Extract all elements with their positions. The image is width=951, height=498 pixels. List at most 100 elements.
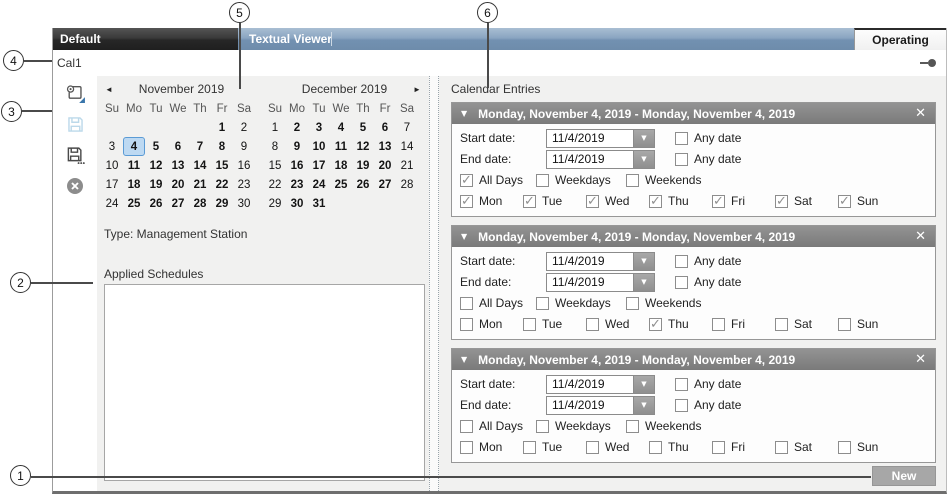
checkbox[interactable]: ✓ [775, 195, 788, 208]
calendar-day[interactable]: 24 [101, 194, 123, 213]
entry-header[interactable]: ▼ Monday, November 4, 2019 - Monday, Nov… [452, 349, 935, 370]
calendar-day[interactable]: 13 [167, 156, 189, 175]
checkbox[interactable]: ✓ [460, 174, 473, 187]
wed-checkbox[interactable]: Wed [586, 440, 649, 454]
tue-checkbox[interactable]: Tue [523, 317, 586, 331]
applied-schedules-list[interactable] [104, 284, 425, 481]
calendar-day[interactable]: 29 [264, 194, 286, 213]
checkbox[interactable] [460, 441, 473, 454]
calendar-day[interactable]: 27 [374, 175, 396, 194]
calendar-day[interactable]: 26 [145, 194, 167, 213]
checkbox[interactable] [712, 441, 725, 454]
calendar-day[interactable]: 16 [233, 156, 255, 175]
prev-month-icon[interactable]: ◄ [101, 85, 117, 94]
calendar-day[interactable]: 9 [286, 137, 308, 156]
wed-checkbox[interactable]: ✓Wed [586, 194, 649, 208]
calendar-day[interactable]: 8 [211, 137, 233, 156]
calendar-day[interactable]: 14 [396, 137, 418, 156]
sun-checkbox[interactable]: ✓Sun [838, 194, 901, 208]
calendar-day[interactable]: 24 [308, 175, 330, 194]
checkbox[interactable] [675, 399, 688, 412]
calendar-day[interactable]: 6 [167, 137, 189, 156]
calendar-day[interactable]: 31 [308, 194, 330, 213]
checkbox[interactable] [838, 441, 851, 454]
start-date-value[interactable]: 11/4/2019 [547, 253, 633, 270]
date-dropdown-icon[interactable]: ▼ [633, 274, 654, 291]
calendar-day[interactable]: 26 [352, 175, 374, 194]
end-date-field[interactable]: 11/4/2019 ▼ [546, 150, 655, 169]
calendar-day[interactable]: 7 [396, 118, 418, 137]
calendar-day[interactable]: 23 [286, 175, 308, 194]
start-date-field[interactable]: 11/4/2019 ▼ [546, 252, 655, 271]
checkbox[interactable] [838, 318, 851, 331]
checkbox[interactable] [523, 441, 536, 454]
calendar-day[interactable]: 11 [330, 137, 352, 156]
calendar-day[interactable]: 12 [352, 137, 374, 156]
mon-checkbox[interactable]: Mon [460, 440, 523, 454]
calendar-day[interactable]: 28 [189, 194, 211, 213]
checkbox[interactable] [675, 276, 688, 289]
weekends-checkbox[interactable]: Weekends [626, 173, 701, 187]
delete-entry-icon[interactable]: ✕ [915, 107, 926, 120]
checkbox[interactable] [460, 318, 473, 331]
delete-entry-icon[interactable]: ✕ [915, 353, 926, 366]
all-days-checkbox[interactable]: All Days [460, 419, 536, 433]
checkbox[interactable] [649, 441, 662, 454]
calendar-day[interactable]: 30 [233, 194, 255, 213]
tab-operating[interactable]: Operating [854, 28, 946, 50]
calendar-day[interactable]: 7 [189, 137, 211, 156]
checkbox[interactable] [675, 378, 688, 391]
sat-checkbox[interactable]: Sat [775, 440, 838, 454]
calendar-day[interactable]: 18 [330, 156, 352, 175]
document-link-icon[interactable] [64, 82, 86, 104]
calendar-day[interactable]: 9 [233, 137, 255, 156]
sat-checkbox[interactable]: ✓Sat [775, 194, 838, 208]
checkbox[interactable]: ✓ [712, 195, 725, 208]
weekends-checkbox[interactable]: Weekends [626, 419, 701, 433]
calendar-day[interactable]: 3 [308, 118, 330, 137]
calendar-day[interactable]: 5 [352, 118, 374, 137]
calendar-day[interactable]: 13 [374, 137, 396, 156]
weekdays-checkbox[interactable]: Weekdays [536, 296, 626, 310]
new-entry-button[interactable]: New [872, 466, 936, 486]
checkbox[interactable] [586, 318, 599, 331]
tue-checkbox[interactable]: ✓Tue [523, 194, 586, 208]
calendar-day[interactable]: 28 [396, 175, 418, 194]
start-date-field[interactable]: 11/4/2019 ▼ [546, 129, 655, 148]
calendar-day[interactable]: 25 [330, 175, 352, 194]
checkbox[interactable]: ✓ [523, 195, 536, 208]
thu-checkbox[interactable]: Thu [649, 440, 712, 454]
entry-header[interactable]: ▼ Monday, November 4, 2019 - Monday, Nov… [452, 226, 935, 247]
calendar-day[interactable]: 18 [123, 175, 145, 194]
calendar-day[interactable]: 1 [264, 118, 286, 137]
date-dropdown-icon[interactable]: ▼ [633, 397, 654, 414]
calendar-day[interactable]: 21 [396, 156, 418, 175]
checkbox[interactable] [626, 174, 639, 187]
calendar-day[interactable]: 19 [352, 156, 374, 175]
calendar-day[interactable]: 14 [189, 156, 211, 175]
calendar-day[interactable]: 29 [211, 194, 233, 213]
checkbox[interactable]: ✓ [649, 195, 662, 208]
weekdays-checkbox[interactable]: Weekdays [536, 419, 626, 433]
checkbox[interactable] [675, 255, 688, 268]
collapse-icon[interactable]: ▼ [461, 109, 467, 118]
checkbox[interactable]: ✓ [586, 195, 599, 208]
calendar-day[interactable]: 21 [189, 175, 211, 194]
panel-splitter[interactable] [429, 76, 439, 491]
collapse-icon[interactable]: ▼ [461, 355, 467, 364]
checkbox[interactable] [586, 441, 599, 454]
start-date-value[interactable]: 11/4/2019 [547, 130, 633, 147]
checkbox[interactable] [460, 420, 473, 433]
calendar-day[interactable]: 16 [286, 156, 308, 175]
checkbox[interactable] [536, 420, 549, 433]
date-dropdown-icon[interactable]: ▼ [633, 151, 654, 168]
calendar-day[interactable]: 8 [264, 137, 286, 156]
calendar-day[interactable]: 2 [286, 118, 308, 137]
thu-checkbox[interactable]: ✓Thu [649, 194, 712, 208]
collapse-icon[interactable]: ▼ [461, 232, 467, 241]
calendar-day[interactable]: 4 [330, 118, 352, 137]
calendar-day[interactable]: 5 [145, 137, 167, 156]
wed-checkbox[interactable]: Wed [586, 317, 649, 331]
any-date-checkbox[interactable]: Any date [675, 275, 741, 289]
any-date-checkbox[interactable]: Any date [675, 131, 741, 145]
